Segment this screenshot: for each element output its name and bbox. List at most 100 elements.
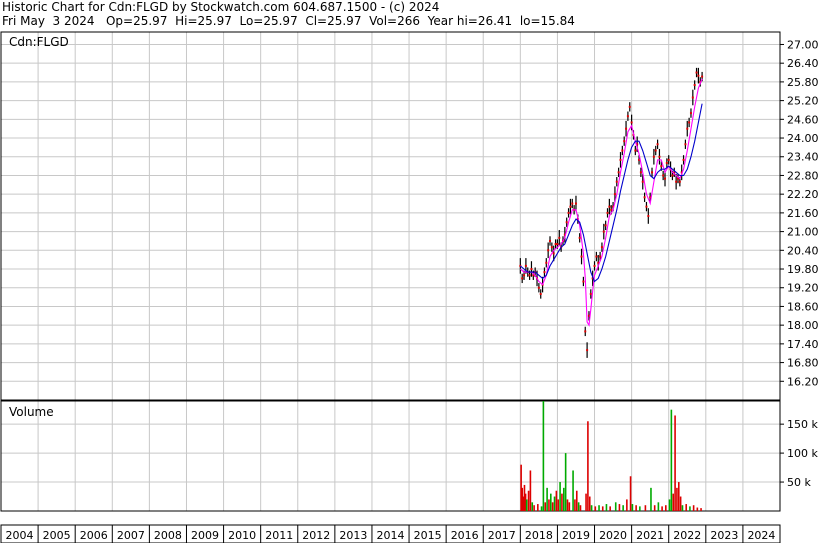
price-point: [628, 105, 631, 108]
price-point: [641, 180, 644, 183]
price-point: [651, 171, 654, 174]
volume-bar: [631, 504, 634, 511]
volume-bar: [562, 487, 565, 511]
price-point: [606, 211, 609, 214]
volume-bar: [548, 499, 550, 511]
year-label: 2004: [6, 529, 34, 542]
price-point: [600, 246, 603, 249]
price-tick-label: 20.40: [787, 244, 819, 257]
price-point: [558, 236, 561, 239]
chart-svg: Cdn:FLGD Volume 27.00 26.40 25.80 25.20 24.6…: [0, 31, 819, 543]
year-label: 2023: [710, 529, 738, 542]
volume-bar: [614, 502, 617, 511]
price-point: [675, 180, 678, 183]
chart-window: Historic Chart for Cdn:FLGD by Stockwatc…: [0, 0, 830, 543]
volume-bar: [550, 493, 552, 511]
volume-bar: [566, 499, 569, 511]
price-point: [539, 292, 542, 295]
year-label: 2022: [673, 529, 701, 542]
volume-bar: [661, 506, 663, 511]
price-point: [567, 211, 570, 214]
price-point: [615, 180, 618, 183]
volume-bar: [622, 505, 624, 511]
price-point: [701, 75, 704, 78]
price-point: [584, 330, 587, 333]
volume-axis-ticks: 150 k 100 k 50 k: [780, 418, 818, 489]
volume-bar: [540, 506, 543, 511]
price-point: [599, 255, 602, 258]
volume-bar: [601, 506, 604, 511]
volume-bar: [609, 506, 611, 511]
price-tick-label: 21.60: [787, 207, 819, 220]
price-tick-label: 26.40: [787, 57, 819, 70]
price-point: [554, 243, 557, 246]
price-point: [652, 155, 655, 158]
price-point: [621, 149, 624, 152]
price-point: [625, 127, 628, 130]
price-point: [684, 143, 687, 146]
price-point: [678, 180, 681, 183]
volume-bar: [674, 415, 676, 511]
price-tick-label: 25.80: [787, 76, 819, 89]
volume-bar: [626, 499, 628, 511]
price-point: [626, 115, 629, 118]
volume-bar: [685, 504, 688, 511]
price-point: [613, 193, 616, 196]
price-point: [658, 155, 661, 158]
price-tick-label: 19.20: [787, 282, 819, 295]
price-point: [586, 349, 589, 352]
price-point: [524, 264, 527, 267]
price-point: [580, 255, 583, 258]
volume-bar: [657, 502, 660, 511]
price-point: [578, 236, 581, 239]
year-label: 2006: [80, 529, 108, 542]
volume-bar: [635, 505, 637, 511]
price-point: [537, 286, 540, 289]
volume-tick-label: 50 k: [787, 476, 811, 489]
price-point: [610, 208, 613, 211]
volume-bar: [670, 409, 673, 511]
price-point: [569, 205, 572, 208]
price-point: [691, 96, 694, 99]
price-point: [530, 268, 533, 271]
price-point: [623, 140, 626, 143]
year-label: 2020: [599, 529, 627, 542]
price-point: [671, 174, 674, 177]
price-point: [589, 292, 592, 295]
price-point: [682, 158, 685, 161]
volume-bar: [590, 505, 593, 511]
ma-short-line: [519, 78, 703, 327]
price-point: [667, 158, 670, 161]
volume-bar: [579, 505, 582, 511]
volume-bar: [679, 496, 682, 511]
volume-panel-title: Volume: [9, 405, 54, 419]
volume-bar: [692, 505, 695, 511]
volume-bar: [574, 499, 576, 511]
price-point: [556, 243, 559, 246]
volume-bar: [531, 502, 534, 511]
year-label: 2016: [451, 529, 479, 542]
price-point: [654, 149, 657, 152]
volume-bar: [542, 401, 545, 511]
volume-bar: [577, 502, 580, 511]
price-point: [565, 221, 568, 224]
price-point: [593, 264, 596, 267]
volume-tick-label: 100 k: [787, 447, 818, 460]
price-point: [619, 158, 622, 161]
price-point: [686, 127, 689, 130]
price-tick-label: 16.80: [787, 357, 819, 370]
volume-bar: [665, 505, 667, 511]
price-tick-label: 22.20: [787, 188, 819, 201]
year-label: 2015: [414, 529, 442, 542]
price-point: [604, 224, 607, 227]
year-axis-labels: 2004 2005 2006 2007 2008 2009 2010 2011 2012 2013…: [6, 529, 776, 542]
price-point: [647, 215, 650, 217]
price-point: [664, 177, 667, 180]
year-label: 2017: [488, 529, 516, 542]
price-point: [523, 274, 526, 277]
price-point: [543, 271, 546, 274]
volume-bar: [681, 505, 684, 511]
volume-bar: [605, 504, 608, 511]
year-label: 2007: [117, 529, 145, 542]
volume-bar: [568, 502, 571, 511]
